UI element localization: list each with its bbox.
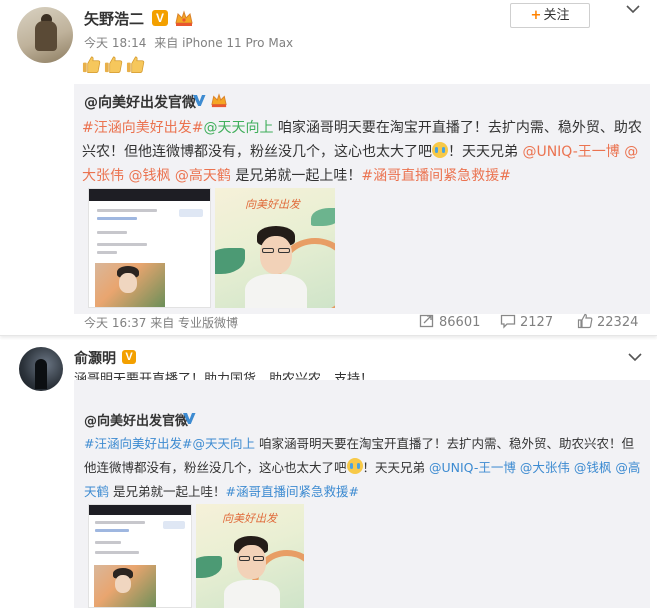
crying-emoji-icon [346, 458, 363, 474]
original-post-text: #汪涵向美好出发#@天天向上 咱家涵哥明天要在淘宝开直播了！去扩内需、稳外贸、助… [84, 432, 644, 504]
crying-emoji-icon [432, 142, 448, 158]
like-icon [577, 313, 593, 329]
crown-icon [211, 93, 227, 108]
comment-button[interactable]: 2127 [500, 313, 553, 331]
mention-link[interactable]: @钱枫 [574, 460, 612, 475]
post-source[interactable]: iPhone 11 Pro Max [182, 36, 293, 50]
poster-face [260, 236, 292, 274]
poster-leaf [215, 248, 245, 274]
forward-icon [419, 314, 434, 328]
poster-glasses [278, 248, 290, 253]
hashtag-link[interactable]: #汪涵向美好出发# [84, 436, 192, 451]
photo-face [115, 575, 131, 593]
reposted-original-post: @向美好出发官微 #汪涵向美好出发#@天天向上 咱家涵哥明天要在淘宝开直播了！去… [74, 84, 650, 314]
post-image-poster[interactable]: 向美好出发 [215, 188, 335, 308]
screenshot-line [97, 243, 147, 246]
mention-link[interactable]: @UNIQ-王一博 [429, 460, 516, 475]
photo-face [119, 273, 137, 293]
forward-count: 86601 [439, 315, 481, 330]
hashtag-link[interactable]: #涵哥直播间紧急救援# [361, 168, 510, 184]
thumbs-up-icon [126, 56, 145, 73]
mention-link[interactable]: @UNIQ-王一博 [522, 144, 619, 160]
avatar-figure [35, 21, 57, 51]
follow-plus-icon: + [530, 8, 542, 23]
post-text-segment: ！天天兄弟 [448, 144, 523, 160]
mention-link[interactable]: @高天鹤 [175, 168, 231, 184]
poster-glasses [262, 248, 274, 253]
post-text-segment: ！天天兄弟 [362, 460, 429, 475]
reposted-original-content: @向美好出发官微 #汪涵向美好出发#@天天向上 咱家涵哥明天要在淘宝开直播了！去… [74, 380, 650, 608]
poster-script: 向美好出发 [245, 198, 300, 211]
verified-badge-icon: V [152, 10, 168, 26]
mention-link[interactable]: @钱枫 [128, 168, 170, 184]
screenshot-line [97, 209, 157, 212]
comment-count: 2127 [520, 315, 554, 330]
screenshot-button [163, 521, 185, 529]
verified-blue-icon [193, 95, 206, 106]
avatar-figure [35, 359, 47, 389]
screenshot-button [179, 209, 203, 217]
original-post-text: #汪涵向美好出发#@天天向上 咱家涵哥明天要在淘宝开直播了！去扩内需、稳外贸、助… [82, 116, 646, 188]
user-name[interactable]: 矢野浩二 [84, 8, 144, 29]
forward-button[interactable]: 86601 [419, 313, 480, 331]
screenshot-line [95, 541, 121, 544]
screenshot-line [97, 251, 117, 254]
post-time[interactable]: 今天 18:14 [84, 36, 146, 50]
screenshot-line [95, 551, 139, 554]
like-count: 22324 [597, 315, 639, 330]
hashtag-link[interactable]: #涵哥直播间紧急救援# [226, 484, 359, 499]
screenshot-topbar [89, 189, 210, 201]
screenshot-line [95, 521, 145, 524]
poster-glasses [239, 556, 250, 561]
mention-link[interactable]: @大张伟 [520, 460, 570, 475]
avatar[interactable] [17, 7, 73, 63]
weibo-post-yano-koji: 矢野浩二 V + 关注 今天 18:14 来自 iPhone 11 Pro Max… [0, 0, 657, 336]
post-meta: 今天 18:14 来自 iPhone 11 Pro Max [84, 34, 293, 51]
screenshot-line [97, 217, 137, 220]
screenshot-topbar [89, 505, 191, 515]
poster-face [237, 545, 266, 579]
post-footer: 今天 16:37 来自 专业版微博 86601 2127 22324 [0, 312, 657, 335]
post-image-screenshot[interactable] [88, 188, 211, 308]
poster-leaf [311, 208, 335, 226]
thumbs-up-icon [104, 56, 123, 73]
screenshot-line [97, 231, 127, 234]
mention-link[interactable]: @天天向上 [203, 120, 273, 136]
post-image-screenshot[interactable] [88, 504, 192, 608]
source-prefix: 来自 [154, 36, 179, 50]
screenshot-line [95, 529, 129, 532]
thumbs-up-icon [82, 56, 101, 73]
poster-body [245, 274, 307, 308]
verified-blue-icon [183, 413, 196, 424]
hashtag-link[interactable]: #汪涵向美好出发# [82, 120, 203, 136]
chevron-down-icon[interactable] [628, 352, 642, 362]
poster-glasses [253, 556, 264, 561]
thumbs-up-emojis [82, 55, 148, 74]
comment-icon [500, 314, 516, 329]
follow-button[interactable]: + 关注 [510, 3, 590, 28]
user-name[interactable]: 俞灏明 [74, 348, 116, 368]
post-text-segment: 是兄弟就一起上哇！ [230, 168, 362, 184]
original-user-name[interactable]: @向美好出发官微 [84, 410, 188, 429]
original-post-time[interactable]: 今天 16:37 来自 专业版微博 [84, 314, 238, 331]
follow-label: 关注 [543, 8, 570, 23]
poster-leaf [196, 556, 222, 578]
avatar[interactable] [19, 347, 63, 391]
verified-badge-icon: V [122, 350, 136, 364]
like-button[interactable]: 22324 [577, 313, 638, 331]
mention-link[interactable]: @天天向上 [192, 436, 255, 451]
crown-icon [175, 10, 193, 26]
poster-body [224, 580, 280, 608]
post-text-segment: 是兄弟就一起上哇！ [109, 484, 226, 499]
chevron-down-icon[interactable] [626, 4, 640, 14]
poster-script: 向美好出发 [222, 512, 277, 525]
original-user-name[interactable]: @向美好出发官微 [84, 92, 196, 112]
post-image-poster[interactable]: 向美好出发 [196, 504, 304, 608]
